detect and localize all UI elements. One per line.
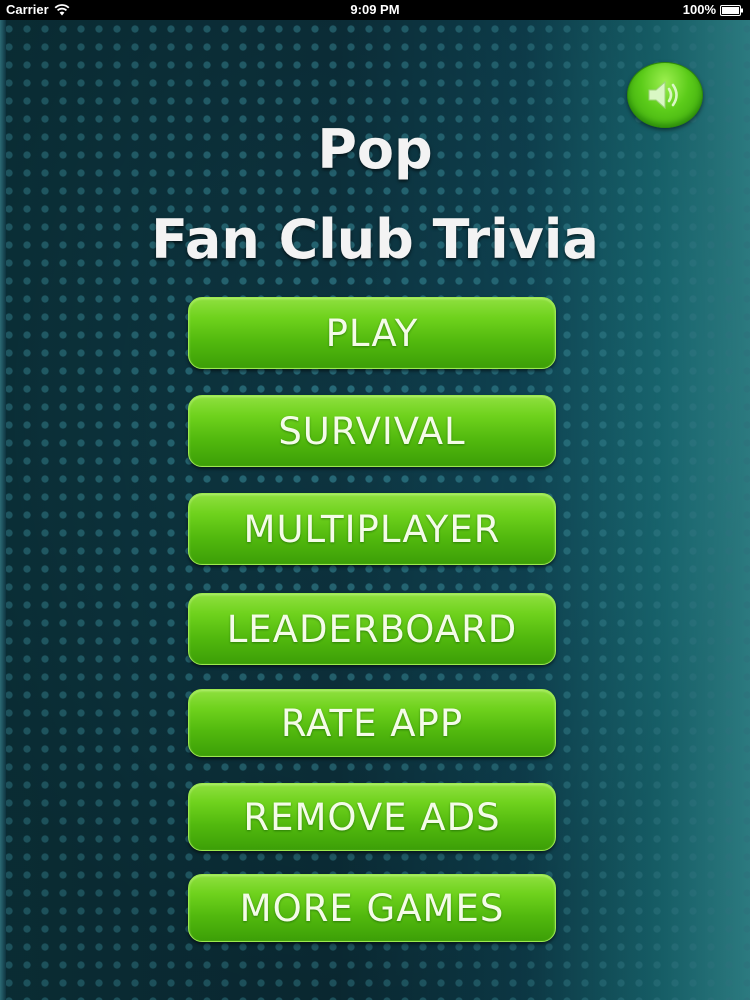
speaker-icon bbox=[648, 80, 678, 110]
battery-icon bbox=[720, 4, 743, 16]
leaderboard-button[interactable]: LEADERBOARD bbox=[188, 593, 556, 665]
status-time: 9:09 PM bbox=[350, 2, 400, 17]
remove-ads-button[interactable]: REMOVE ADS bbox=[188, 783, 556, 851]
sound-toggle-button[interactable] bbox=[627, 62, 703, 128]
battery-percent: 100% bbox=[682, 2, 716, 17]
survival-button[interactable]: SURVIVAL bbox=[188, 395, 556, 467]
more-games-button[interactable]: MORE GAMES bbox=[188, 874, 556, 942]
battery-info: 100% bbox=[683, 0, 744, 20]
app-title-line2: Fan Club Trivia bbox=[151, 208, 599, 271]
app-title-line1: Pop bbox=[317, 118, 433, 181]
app-screen: Carrier 9:09 PM 100% Pop Fan Club Trivia bbox=[0, 0, 750, 1000]
play-button[interactable]: PLAY bbox=[188, 297, 556, 369]
rate-app-button[interactable]: RATE APP bbox=[188, 689, 556, 757]
multiplayer-button[interactable]: MULTIPLAYER bbox=[188, 493, 556, 565]
status-bar: Carrier 9:09 PM 100% bbox=[0, 0, 750, 20]
